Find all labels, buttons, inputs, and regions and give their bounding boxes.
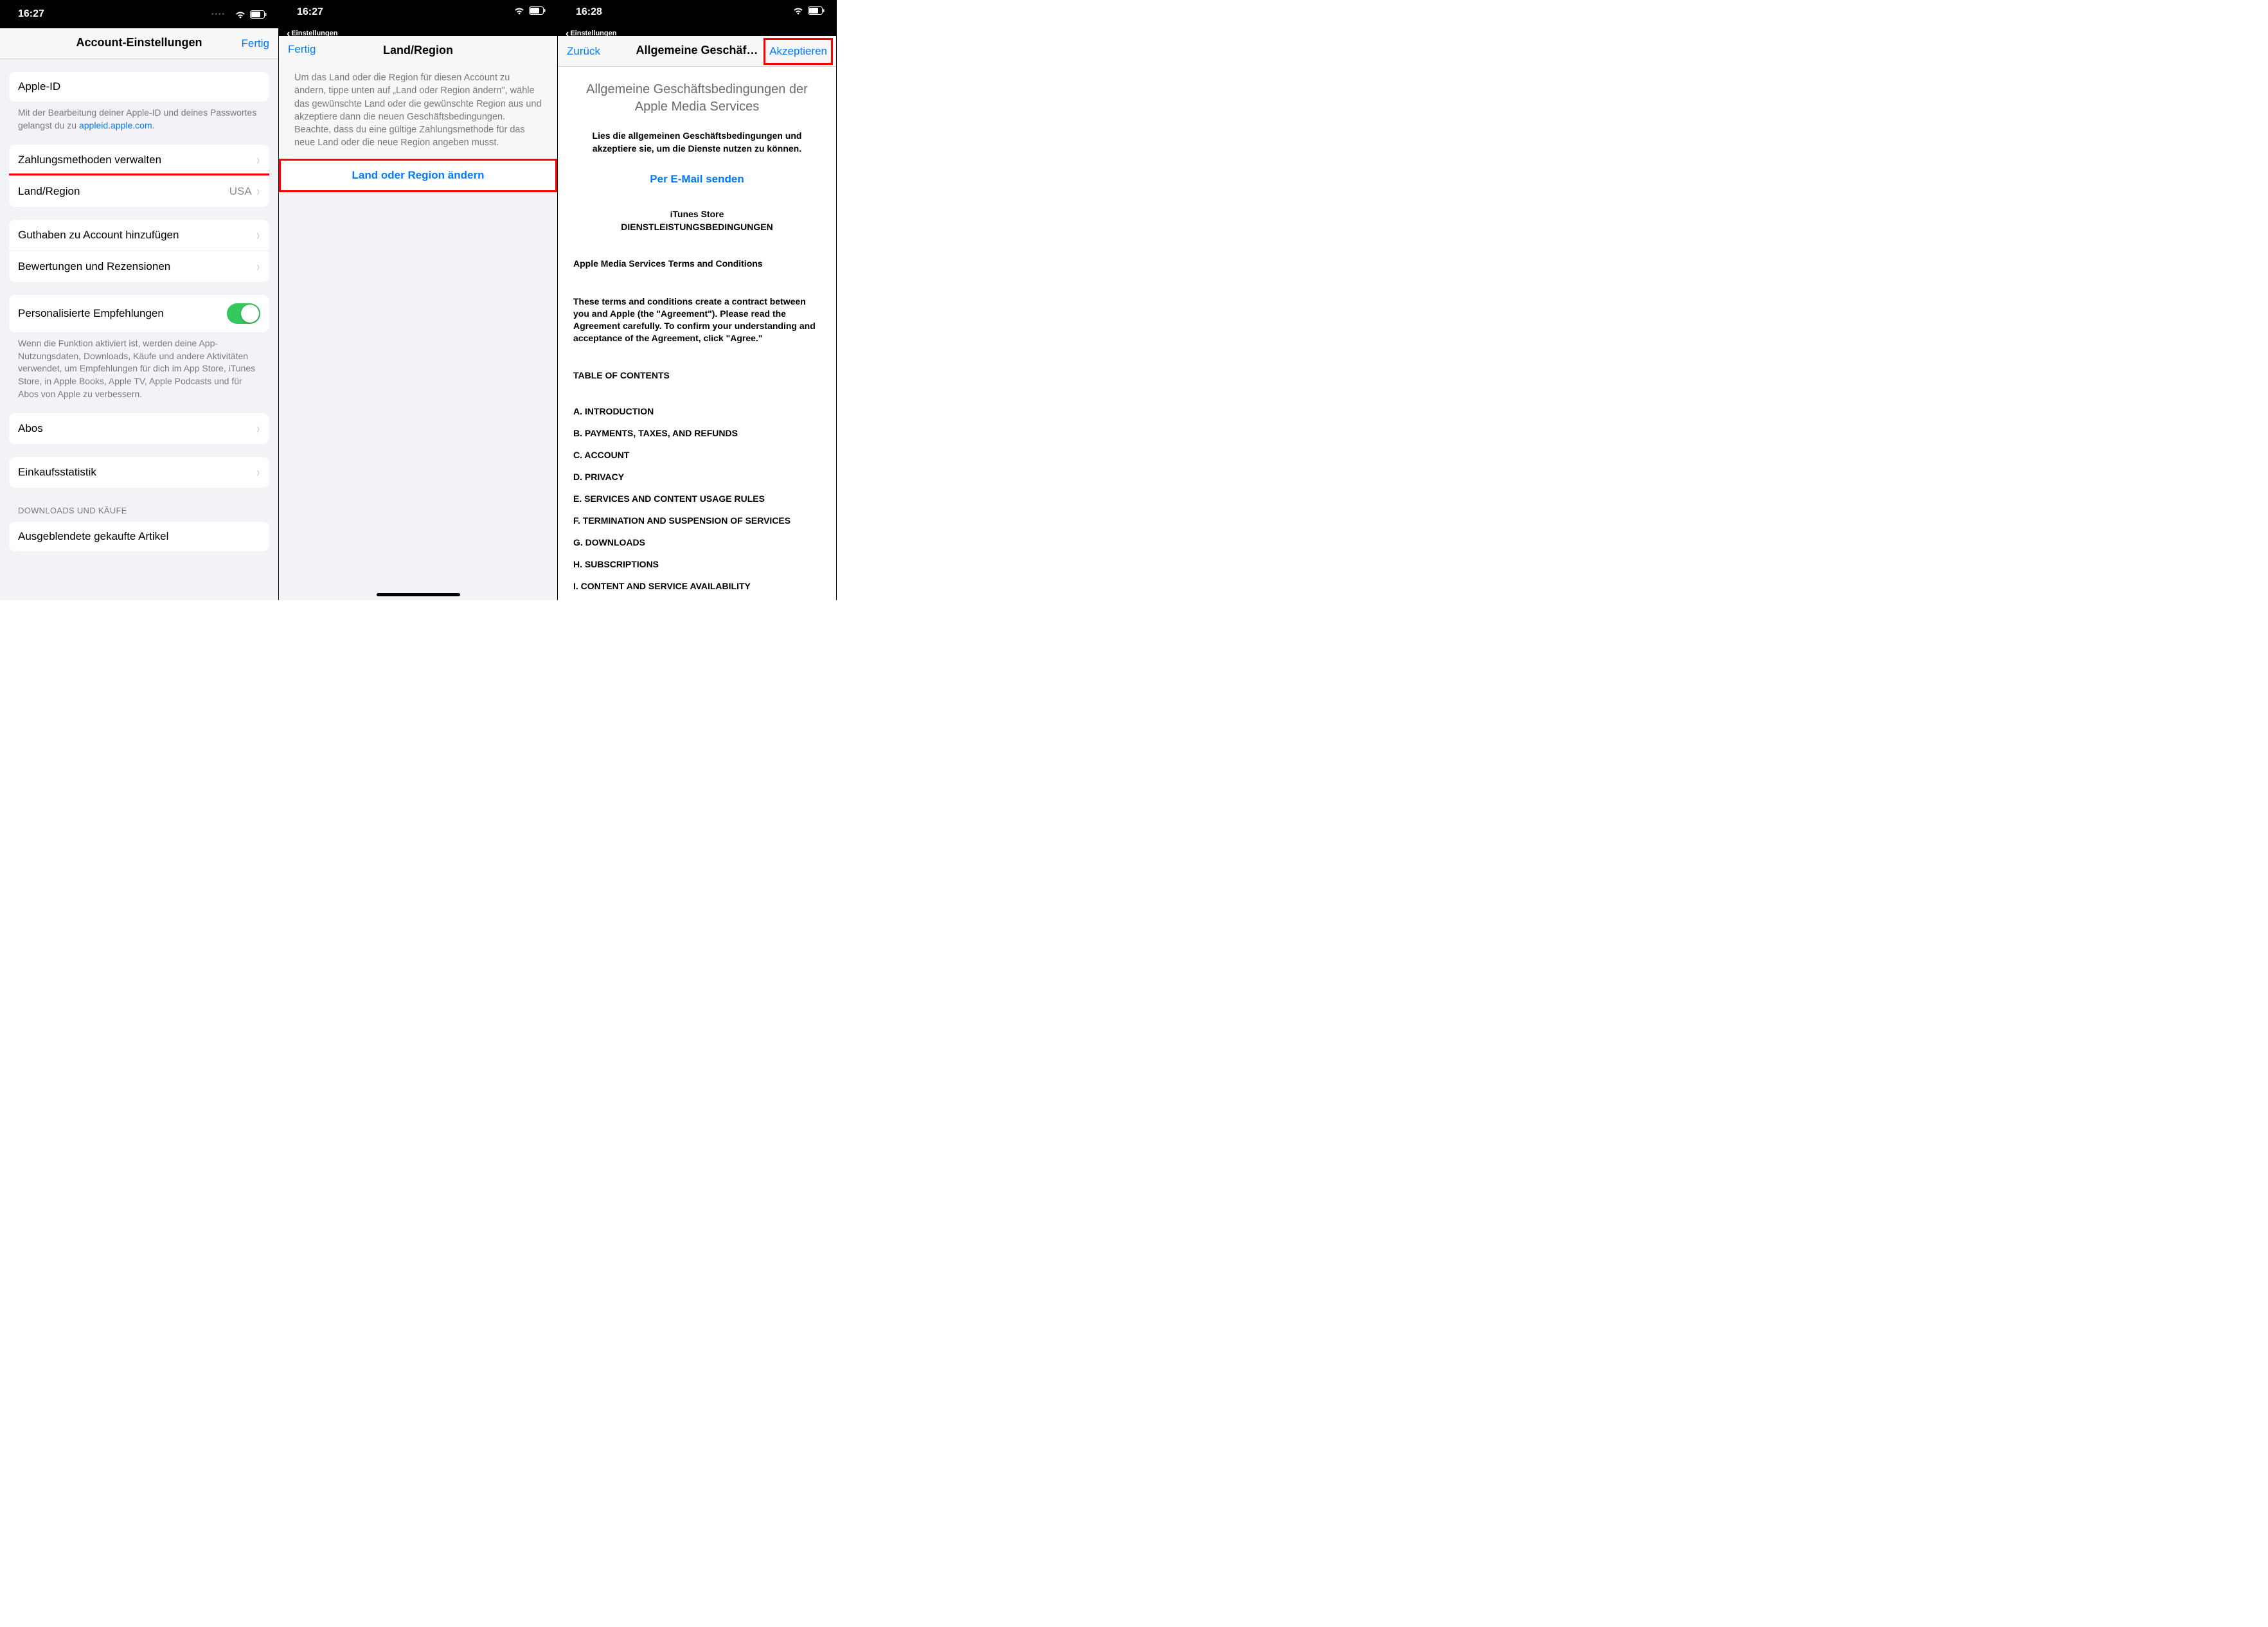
nav-bar: Zurück Allgemeine Geschäf… Akzeptieren (558, 36, 836, 67)
status-bar: 16:27 ‹ Einstellungen (279, 0, 557, 36)
screen-terms: 16:28 ‹ Einstellungen Zurück Allgemeine … (558, 0, 837, 600)
toc-item: A. INTRODUCTION (573, 406, 821, 416)
screen-account-settings: 16:27 •••• Account-Einstellungen Fertig … (0, 0, 279, 600)
battery-icon (808, 6, 825, 15)
status-bar: 16:28 ‹ Einstellungen (558, 0, 836, 36)
back-button[interactable]: Zurück (567, 45, 600, 58)
toc-item: I. CONTENT AND SERVICE AVAILABILITY (573, 581, 821, 591)
apple-id-footer: Mit der Bearbeitung deiner Apple-ID und … (0, 102, 278, 132)
downloads-section-header: DOWNLOADS UND KÄUFE (0, 488, 278, 519)
toc-item: E. SERVICES AND CONTENT USAGE RULES (573, 493, 821, 504)
status-time: 16:27 (297, 6, 323, 18)
chevron-right-icon: › (256, 153, 259, 167)
nav-bar: Fertig Land/Region (279, 36, 557, 62)
country-value: USA (229, 185, 252, 198)
toc-item: F. TERMINATION AND SUSPENSION OF SERVICE… (573, 515, 821, 526)
toc-item: C. ACCOUNT (573, 450, 821, 460)
change-country-button[interactable]: Land oder Region ändern (279, 159, 557, 192)
apple-id-label: Apple-ID (18, 80, 260, 93)
terms-scroll[interactable]: Allgemeine Geschäftsbedingungen der Appl… (558, 67, 836, 600)
terms-subtitle: Lies die allgemeinen Geschäftsbedingunge… (573, 130, 821, 155)
send-email-link[interactable]: Per E-Mail senden (573, 173, 821, 186)
apple-id-link[interactable]: appleid.apple.com (79, 120, 152, 130)
toc-heading: TABLE OF CONTENTS (573, 370, 821, 380)
toc-item: B. PAYMENTS, TAXES, AND REFUNDS (573, 428, 821, 438)
chevron-right-icon: › (256, 260, 259, 274)
chevron-right-icon: › (256, 422, 259, 436)
cell-dots-icon: •••• (211, 11, 226, 18)
nav-title: Land/Region (383, 44, 453, 57)
personalized-recommendations-row: Personalisierte Empfehlungen (9, 295, 269, 332)
battery-icon (250, 10, 267, 19)
content-scroll[interactable]: Apple-ID Mit der Bearbeitung deiner Appl… (0, 59, 278, 600)
purchase-statistics-row[interactable]: Einkaufsstatistik › (9, 457, 269, 488)
apple-id-row[interactable]: Apple-ID (9, 72, 269, 102)
terms-heading: iTunes Store (573, 209, 821, 219)
chevron-right-icon: › (256, 465, 259, 479)
wifi-icon (513, 6, 525, 15)
nav-title: Allgemeine Geschäf… (636, 44, 758, 57)
chevron-right-icon: › (256, 184, 259, 199)
add-funds-row[interactable]: Guthaben zu Account hinzufügen › (9, 220, 269, 251)
screen-country-region: 16:27 ‹ Einstellungen Fertig Land/Region… (279, 0, 558, 600)
instructions-text: Um das Land oder die Region für diesen A… (279, 62, 557, 159)
country-region-row[interactable]: Land/Region USA › (9, 175, 269, 207)
home-indicator[interactable] (377, 593, 460, 596)
chevron-right-icon: › (256, 228, 259, 242)
status-time: 16:27 (18, 8, 44, 20)
personalized-footer: Wenn die Funktion aktiviert ist, werden … (0, 332, 278, 400)
done-button[interactable]: Fertig (288, 43, 316, 56)
toc-item: H. SUBSCRIPTIONS (573, 559, 821, 569)
nav-bar: Account-Einstellungen Fertig (0, 28, 278, 59)
done-button[interactable]: Fertig (242, 37, 269, 50)
empty-content (279, 192, 557, 600)
terms-heading: DIENSTLEISTUNGSBEDINGUNGEN (573, 222, 821, 232)
ratings-reviews-row[interactable]: Bewertungen und Rezensionen › (9, 251, 269, 282)
wifi-icon (792, 6, 804, 15)
terms-paragraph: Apple Media Services Terms and Condition… (573, 258, 821, 270)
payment-methods-row[interactable]: Zahlungsmethoden verwalten › (9, 145, 269, 175)
toc-item: G. DOWNLOADS (573, 537, 821, 547)
subscriptions-row[interactable]: Abos › (9, 413, 269, 444)
accept-button[interactable]: Akzeptieren (764, 39, 832, 64)
terms-paragraph: These terms and conditions create a cont… (573, 296, 821, 344)
wifi-icon (235, 10, 246, 19)
toc-item: D. PRIVACY (573, 472, 821, 482)
hidden-purchases-row[interactable]: Ausgeblendete gekaufte Artikel (9, 522, 269, 551)
battery-icon (529, 6, 546, 15)
terms-title: Allgemeine Geschäftsbedingungen der Appl… (573, 81, 821, 116)
status-time: 16:28 (576, 6, 602, 18)
nav-title: Account-Einstellungen (76, 36, 202, 49)
personalized-toggle[interactable] (227, 303, 260, 324)
status-bar: 16:27 •••• (0, 0, 278, 28)
